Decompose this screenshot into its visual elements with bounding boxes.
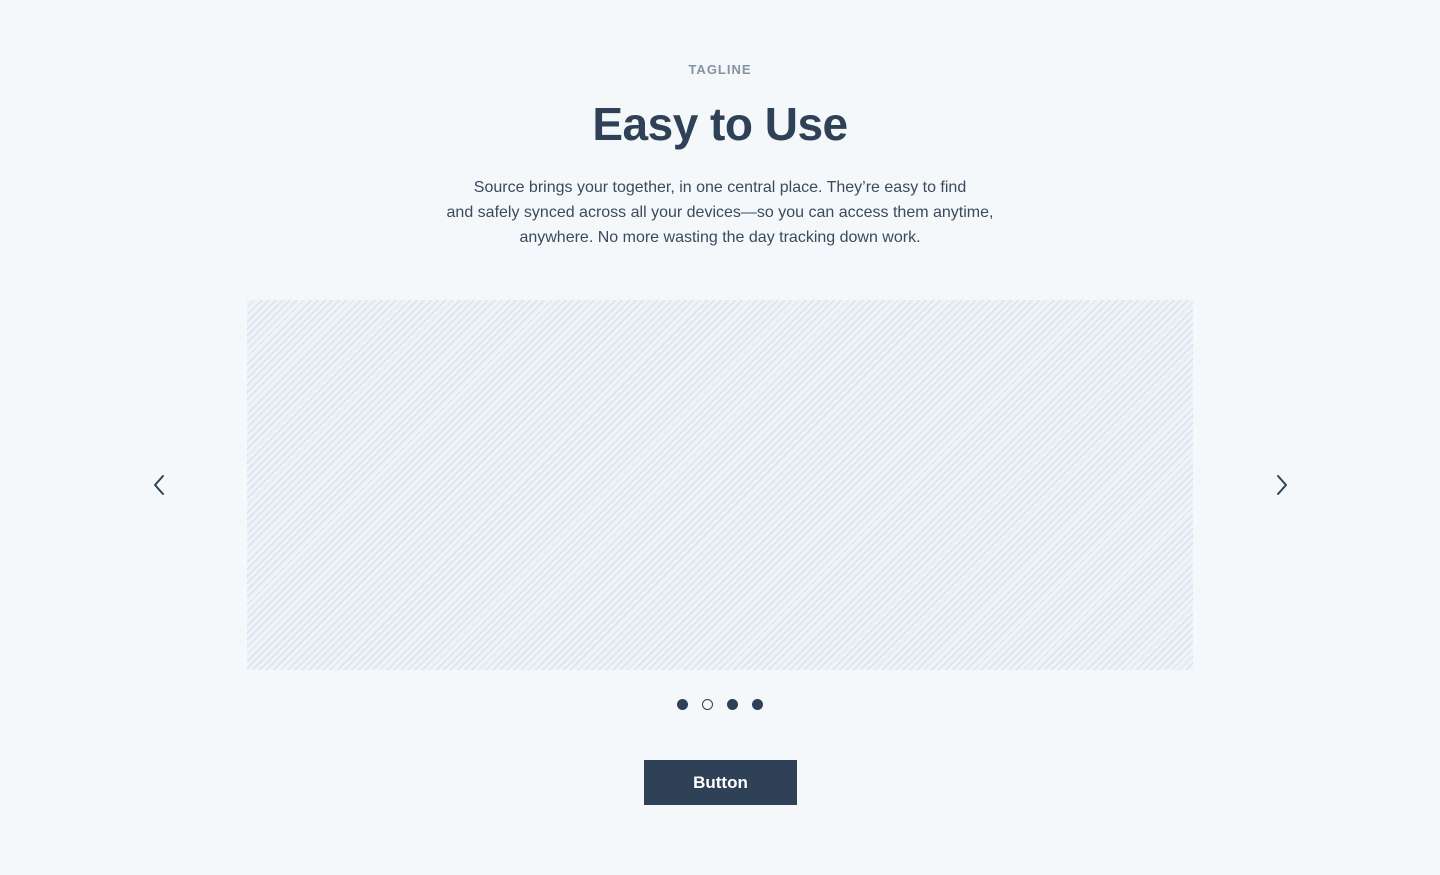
carousel-indicator-1[interactable] bbox=[677, 699, 688, 710]
section-title: Easy to Use bbox=[592, 98, 848, 150]
cta-button[interactable]: Button bbox=[644, 760, 797, 805]
chevron-left-icon bbox=[154, 475, 164, 495]
carousel-prev-button[interactable] bbox=[144, 470, 174, 500]
carousel-indicator-4[interactable] bbox=[752, 699, 763, 710]
carousel-indicator-2[interactable] bbox=[702, 699, 713, 710]
carousel-indicators bbox=[677, 699, 767, 711]
description-line: anywhere. No more wasting the day tracki… bbox=[519, 229, 921, 246]
carousel-next-button[interactable] bbox=[1267, 470, 1297, 500]
chevron-right-icon bbox=[1277, 475, 1287, 495]
carousel-indicator-3[interactable] bbox=[727, 699, 738, 710]
section-description: Source brings your together, in one cent… bbox=[440, 175, 1000, 250]
description-line: Source brings your together, in one cent… bbox=[473, 179, 967, 196]
section-tagline: TAGLINE bbox=[688, 62, 752, 77]
description-line: and safely synced across all your device… bbox=[446, 204, 994, 221]
carousel-slide-placeholder[interactable] bbox=[247, 300, 1193, 670]
